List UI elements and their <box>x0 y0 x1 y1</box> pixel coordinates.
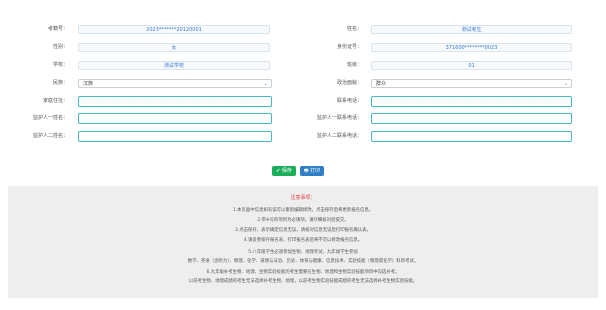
guardian2-phone-input[interactable] <box>371 131 572 142</box>
notice-line: 以前考生物、地理成绩的考生无法选择补考生物、地理，以前考生物实验技能成绩的考生无… <box>188 279 418 284</box>
registration-form: 考籍号： 2023*******20120001 姓名： 测试考生 性别： 女 … <box>0 0 606 176</box>
contact-input[interactable] <box>371 96 572 107</box>
name-field: 测试考生 <box>371 25 572 34</box>
save-button[interactable]: ✔ 保存 <box>272 166 296 176</box>
address-input[interactable] <box>78 96 272 107</box>
gender-label: 性别： <box>52 44 68 50</box>
class-field: 01 <box>371 61 572 70</box>
chevron-down-icon: ⌄ <box>263 81 268 87</box>
name-label: 姓名： <box>346 26 362 32</box>
guardian1-phone-label: 监护人一联系电话： <box>316 115 362 121</box>
chevron-down-icon: ⌄ <box>563 81 568 87</box>
print-button[interactable]: 🖶 打印 <box>300 166 324 176</box>
nation-select[interactable]: 汉族 ⌄ <box>78 79 272 88</box>
exam-id-field: 2023*******20120001 <box>78 25 270 34</box>
notice-line: 数学、英语（含听力）、物理、化学、道德与法治、历史、体育与健康、信息技术、实验技… <box>187 259 419 264</box>
id-card-field: 371600********0023 <box>371 43 572 52</box>
guardian2-label: 监护人二姓名： <box>32 133 68 139</box>
notice-line: 6.九年级补考生物、地理、生物实验技能的考生需要在生物、地理和生物实验技能项目中… <box>206 270 400 275</box>
notice-line: 5.八年级学生必须参加生物、地理考试，九年级学生参加 <box>248 250 358 255</box>
political-label: 政治面貌： <box>336 80 362 86</box>
guardian2-input[interactable] <box>78 131 272 142</box>
guardian1-label: 监护人一姓名： <box>32 115 68 121</box>
gender-field: 女 <box>78 43 270 52</box>
id-card-label: 身份证号： <box>336 44 362 50</box>
notice-line: 1.本页面中信息如有误可以重新编辑修改，点击保存后将更新报名信息。 <box>232 208 374 213</box>
guardian1-phone-input[interactable] <box>371 113 572 124</box>
class-label: 班级： <box>346 62 362 68</box>
contact-label: 联系电话： <box>336 98 362 104</box>
guardian2-phone-label: 监护人二联系电话： <box>316 133 362 139</box>
notice-line: 4.请妥善保存报名表，打印报名表后将不可以修改报名信息。 <box>243 238 363 243</box>
nation-label: 民族： <box>52 80 68 86</box>
political-select-value: 群众 <box>376 81 387 87</box>
notice-title: 注意事项： <box>290 195 316 201</box>
notice-line: 2.带※号的项目为必填项，请仔细核对后提交。 <box>257 218 349 223</box>
political-select[interactable]: 群众 ⌄ <box>371 79 572 88</box>
notice-panel: 注意事项： 1.本页面中信息如有误可以重新编辑修改，点击保存后将更新报名信息。 … <box>8 186 598 298</box>
guardian1-input[interactable] <box>78 113 272 124</box>
notice-line: 3.点击保存，表示确定信息无误，请核对信息无误后打印报名确认表。 <box>235 228 371 233</box>
school-field: 测试学校 <box>78 61 270 70</box>
nation-select-value: 汉族 <box>83 81 94 87</box>
school-label: 学校： <box>52 62 68 68</box>
exam-id-label: 考籍号： <box>47 26 68 32</box>
address-label: 家庭住址： <box>42 98 68 104</box>
